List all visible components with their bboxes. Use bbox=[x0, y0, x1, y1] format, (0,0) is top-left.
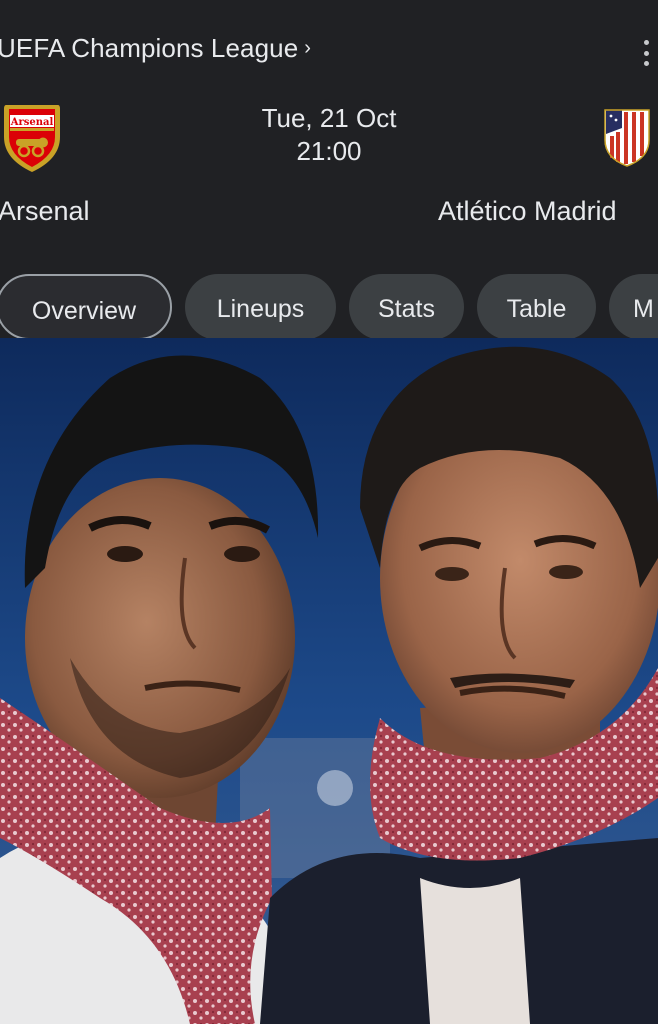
match-page: UEFA Champions League › Arsenal Tue, 21 … bbox=[0, 0, 658, 1024]
match-tabs: Overview Lineups Stats Table M bbox=[0, 274, 658, 338]
tab-more[interactable]: M bbox=[609, 274, 658, 338]
competition-name: UEFA Champions League bbox=[0, 33, 299, 63]
away-team-name[interactable]: Atlético Madrid bbox=[438, 196, 617, 227]
match-header: UEFA Champions League › Arsenal Tue, 21 … bbox=[0, 0, 658, 338]
competition-link[interactable]: UEFA Champions League › bbox=[0, 33, 311, 64]
chevron-right-icon: › bbox=[304, 37, 312, 59]
tab-stats[interactable]: Stats bbox=[349, 274, 464, 338]
match-time: 21:00 bbox=[296, 136, 362, 166]
tab-lineups[interactable]: Lineups bbox=[185, 274, 336, 338]
more-vert-icon[interactable] bbox=[640, 40, 652, 66]
tab-overview[interactable]: Overview bbox=[0, 274, 172, 338]
atletico-madrid-crest-icon bbox=[604, 109, 650, 167]
match-date: Tue, 21 Oct bbox=[261, 103, 397, 133]
match-preview-image[interactable] bbox=[0, 338, 658, 1024]
tab-table[interactable]: Table bbox=[477, 274, 596, 338]
home-team-name[interactable]: Arsenal bbox=[0, 196, 90, 227]
